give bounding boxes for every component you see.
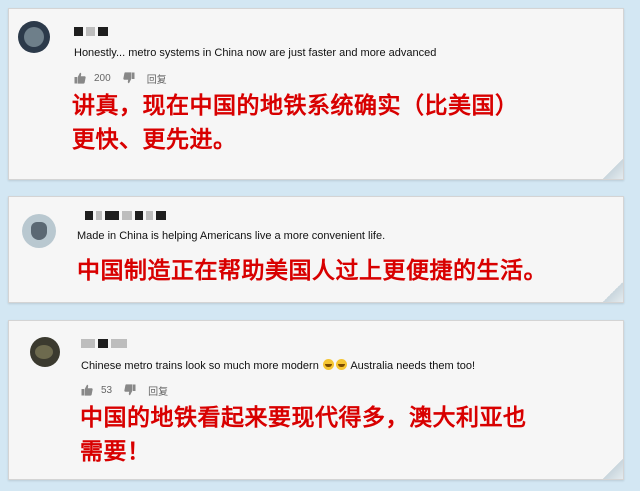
thumbs-up-icon[interactable] [74, 72, 86, 84]
chinese-translation-line-1: 讲真，现在中国的地铁系统确实（比美国） [72, 93, 519, 119]
comment-actions: 200 回复 [74, 71, 167, 86]
like-count: 200 [94, 72, 111, 84]
username-redacted[interactable] [85, 211, 166, 220]
chinese-translation-line-1: 中国的地铁看起来要现代得多，澳大利亚也 [80, 405, 527, 431]
comment-text: Chinese metro trains look so much more m… [81, 359, 475, 373]
page-curl [603, 282, 623, 302]
avatar[interactable] [22, 214, 56, 248]
comment-actions: 53 回复 [81, 383, 168, 398]
like-count: 53 [101, 384, 113, 396]
page-curl [603, 159, 623, 179]
comment-text-part-1: Chinese metro trains look so much more m… [81, 360, 319, 372]
comment-text: Made in China is helping Americans live … [77, 230, 386, 242]
comment-text-part-2: Australia needs them too! [350, 360, 476, 372]
thumbs-down-icon[interactable] [124, 384, 136, 396]
comment-text: Honestly... metro systems in China now a… [74, 47, 437, 59]
thumbs-down-icon[interactable] [123, 72, 135, 84]
chinese-translation-line-2: 更快、更先进。 [72, 127, 237, 153]
username-redacted[interactable] [74, 27, 108, 36]
username-redacted[interactable] [81, 339, 127, 348]
avatar[interactable] [18, 21, 50, 53]
reply-button[interactable]: 回复 [148, 383, 168, 398]
avatar[interactable] [30, 337, 60, 367]
thumbs-up-icon[interactable] [81, 384, 93, 396]
page-curl [603, 459, 623, 479]
grinning-sweat-emoji [335, 359, 347, 370]
reply-button[interactable]: 回复 [147, 71, 167, 86]
chinese-translation: 中国制造正在帮助美国人过上更便捷的生活。 [77, 258, 547, 284]
screenshot-collage: Honestly... metro systems in China now a… [0, 0, 640, 491]
chinese-translation-line-2: 需要！ [80, 439, 151, 465]
grinning-sweat-emoji [322, 359, 334, 370]
